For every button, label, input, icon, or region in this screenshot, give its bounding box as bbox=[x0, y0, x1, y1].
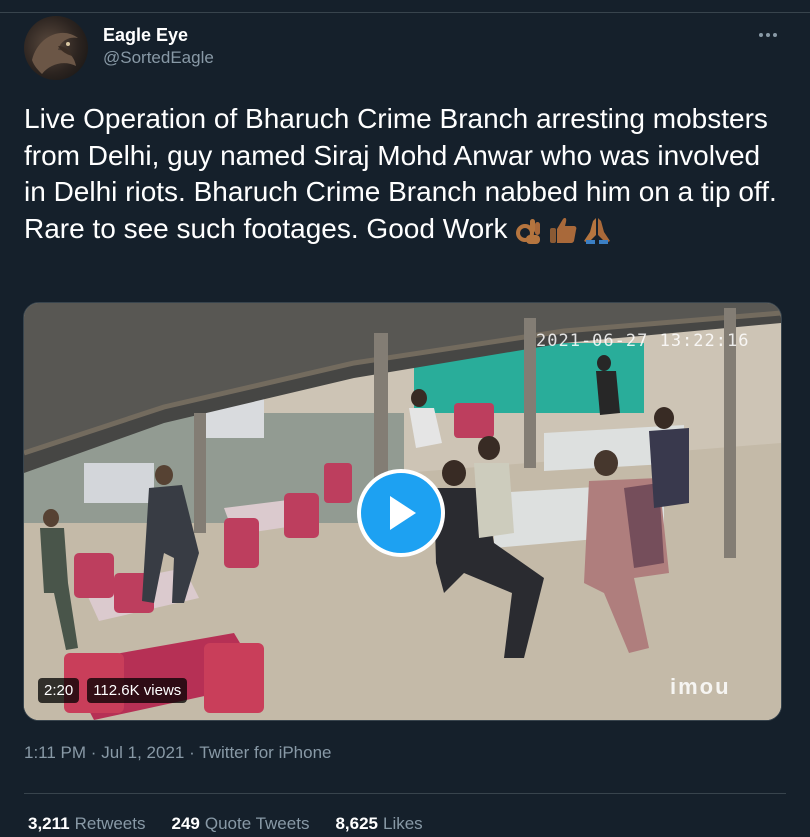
video-timestamp-overlay: 2021-06-27 13:22:16 bbox=[536, 331, 750, 351]
quote-tweets-count: 249 bbox=[171, 814, 200, 833]
tweet-body: Live Operation of Bharuch Crime Branch a… bbox=[24, 103, 785, 244]
video-info-badges: 2:20 112.6K views bbox=[38, 676, 188, 704]
avatar[interactable] bbox=[24, 16, 88, 80]
tweet-date[interactable]: Jul 1, 2021 bbox=[101, 743, 184, 762]
camera-watermark: imou bbox=[670, 674, 731, 699]
likes-count: 8,625 bbox=[335, 814, 378, 833]
play-icon bbox=[390, 496, 416, 530]
ok-hand-emoji bbox=[514, 215, 544, 245]
quote-tweets-label: Quote Tweets bbox=[204, 814, 310, 833]
meta-separator: · bbox=[189, 743, 195, 762]
tweet-card: Eagle Eye @SortedEagle Live Operation of… bbox=[0, 0, 810, 837]
author-block: Eagle Eye @SortedEagle bbox=[103, 24, 214, 70]
tweet-time[interactable]: 1:11 PM bbox=[24, 743, 86, 762]
tweet-source[interactable]: Twitter for iPhone bbox=[199, 743, 331, 762]
display-name[interactable]: Eagle Eye bbox=[103, 24, 214, 46]
likes-label: Likes bbox=[383, 814, 423, 833]
play-button[interactable] bbox=[357, 469, 445, 557]
stats-divider bbox=[24, 793, 786, 794]
more-options-button[interactable] bbox=[750, 20, 786, 50]
top-divider bbox=[0, 0, 810, 13]
retweets-label: Retweets bbox=[74, 814, 146, 833]
thumbs-up-emoji bbox=[548, 215, 578, 245]
meta-separator: · bbox=[90, 743, 97, 762]
video-player[interactable]: 2021-06-27 13:22:16 imou 2:20 112.6K vie… bbox=[23, 302, 782, 721]
retweets-count: 3,211 bbox=[28, 814, 70, 833]
engagement-stats: 3,211 Retweets 249 Quote Tweets 8,625 Likes bbox=[28, 814, 423, 834]
retweets-stat[interactable]: 3,211 Retweets bbox=[28, 814, 145, 834]
quote-tweets-stat[interactable]: 249 Quote Tweets bbox=[171, 814, 309, 834]
tweet-metadata: 1:11 PM · Jul 1, 2021 · Twitter for iPho… bbox=[24, 743, 332, 763]
folded-hands-emoji bbox=[582, 215, 612, 245]
tweet-text: Live Operation of Bharuch Crime Branch a… bbox=[24, 101, 784, 247]
user-handle[interactable]: @SortedEagle bbox=[103, 46, 214, 70]
emoji-row bbox=[514, 215, 612, 245]
video-views: 112.6K views bbox=[87, 677, 188, 703]
video-duration: 2:20 bbox=[38, 677, 80, 703]
more-horizontal-icon bbox=[759, 33, 777, 37]
likes-stat[interactable]: 8,625 Likes bbox=[335, 814, 422, 834]
